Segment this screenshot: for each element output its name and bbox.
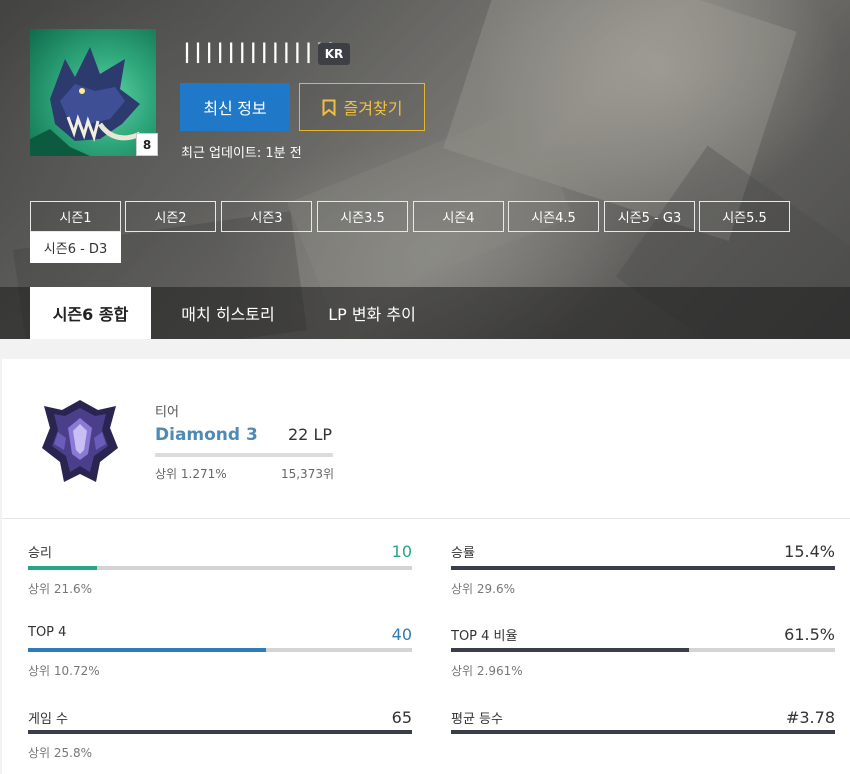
winrate-bar-fill [451,566,835,570]
season-tab-1[interactable]: 시즌1 [30,201,121,232]
top4-bar [28,648,412,652]
season-tab-2[interactable]: 시즌2 [125,201,216,232]
tab-match-history[interactable]: 매치 히스토리 [160,287,296,339]
season-tab-3[interactable]: 시즌3 [221,201,312,232]
avgplace-value: #3.78 [785,708,835,727]
region-badge: KR [318,43,350,65]
avgplace-bar [451,730,835,734]
section-divider [2,518,850,519]
winrate-label: 승률 [451,546,475,561]
season-tab-4-5[interactable]: 시즌4.5 [508,201,599,232]
level-badge: 8 [136,133,158,156]
top4rate-value: 61.5% [784,625,835,644]
games-bar [28,730,412,734]
top4rate-bar [451,648,835,652]
tier-lp: 22 LP [288,425,333,444]
games-value: 65 [391,708,412,727]
top4rate-label: TOP 4 비율 [451,629,518,644]
winrate-bar [451,566,835,570]
diamond-tier-emblem-icon [42,400,118,482]
wins-bar [28,566,412,570]
tab-season-overview[interactable]: 시즌6 종합 [30,287,151,339]
bookmark-icon [322,99,336,116]
tier-emblem [40,398,120,488]
season-tab-5-5[interactable]: 시즌5.5 [699,201,790,232]
favorite-button[interactable]: 즐겨찾기 [299,83,425,131]
wins-rank: 상위 21.6% [28,582,93,596]
tier-rank-percent: 상위 1.271% [155,467,227,481]
tier-rank-position: 15,373위 [280,467,334,481]
tier-name: Diamond 3 [155,425,258,445]
season-tab-4[interactable]: 시즌4 [413,201,504,232]
top4rate-bar-fill [451,648,690,652]
updated-text: 최근 업데이트: 1분 전 [181,146,302,161]
summoner-name: |||||||||||||| [181,39,337,63]
season-tab-3-5[interactable]: 시즌3.5 [317,201,408,232]
top4-rank: 상위 10.72% [28,664,100,678]
avgplace-bar-fill [451,730,835,734]
tier-progress-bar [155,453,333,457]
favorite-label: 즐겨찾기 [343,99,403,118]
top4-value: 40 [391,625,412,644]
top4-bar-fill [28,648,267,652]
avgplace-label: 평균 등수 [451,712,503,727]
refresh-button[interactable]: 최신 정보 [180,83,290,131]
games-bar-fill [28,730,412,734]
games-rank: 상위 25.8% [28,746,93,760]
tier-title: 티어 [155,405,179,420]
season-tab-5[interactable]: 시즌5 - G3 [604,201,695,232]
winrate-rank: 상위 29.6% [451,582,516,596]
winrate-value: 15.4% [784,542,835,561]
top4-label: TOP 4 [28,625,67,640]
games-label: 게임 수 [28,712,69,727]
tab-lp-history[interactable]: LP 변화 추이 [305,287,439,339]
wins-bar-fill [28,566,98,570]
wins-value: 10 [391,542,412,561]
season-tab-6[interactable]: 시즌6 - D3 [30,232,121,263]
wins-label: 승리 [28,546,52,561]
top4rate-rank: 상위 2.961% [451,664,523,678]
